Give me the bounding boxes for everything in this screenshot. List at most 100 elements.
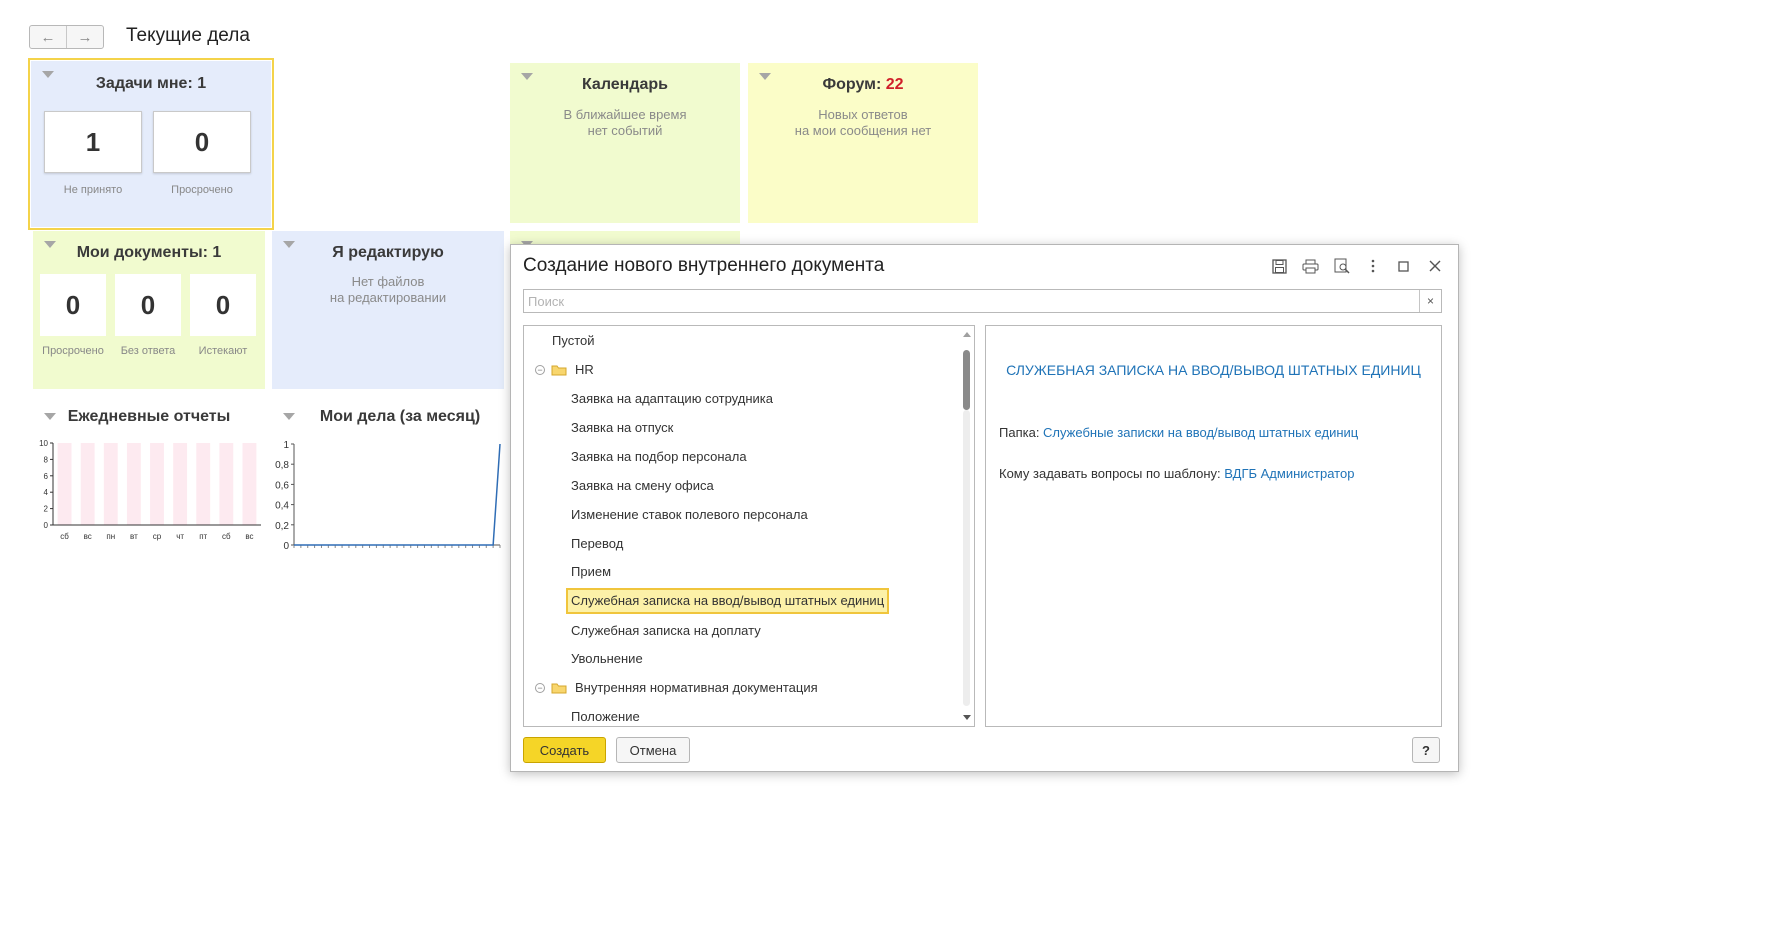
template-tree: Пустой − HR Заявка на адаптацию сотрудника З… [523,325,975,727]
forward-button[interactable]: → [66,26,103,48]
docs-no-answer-counter[interactable]: 0 [115,274,181,336]
tree-item[interactable]: Перевод [571,531,623,557]
daily-reports-title: Ежедневные отчеты [67,408,231,425]
bar-background [80,443,95,525]
tree-item[interactable]: Заявка на смену офиса [571,473,714,499]
scroll-up-icon[interactable] [963,332,971,337]
tree-scrollbar[interactable] [961,328,972,724]
cancel-button[interactable]: Отмена [616,737,690,763]
print-icon[interactable] [1295,255,1326,277]
tree-item[interactable]: Положение [571,704,640,726]
my-documents-tile[interactable]: Мои документы: 1 0 0 0 Просрочено Без от… [33,231,265,389]
editing-line2: на редактировании [329,290,447,305]
contact-link[interactable]: ВДГБ Администратор [1224,466,1354,481]
x-tick-label: вт [130,532,138,541]
tree-item[interactable]: Заявка на подбор персонала [571,444,747,470]
preview-heading[interactable]: СЛУЖЕБНАЯ ЗАПИСКА НА ВВОД/ВЫВОД ШТАТНЫХ … [986,362,1441,378]
bar-background [242,443,257,525]
x-tick-label: вс [245,532,253,541]
calendar-tile[interactable]: Календарь В ближайшее время нет событий [510,63,740,223]
collapse-toggle-icon[interactable]: − [535,683,545,693]
daily-reports-chart: сб вс пн вт ср чт пт сб вс 0 2 4 6 8 10 [39,439,261,541]
clear-search-icon[interactable]: × [1419,290,1441,312]
y-tick-label: 10 [39,439,48,448]
bar-background [173,443,188,525]
my-affairs-widget: Мои дела (за месяц) 0 0,2 0,4 0,6 0,8 1 [272,398,504,568]
y-tick-label: 0 [283,541,289,552]
y-tick-label: 2 [44,505,49,514]
bar-background [219,443,234,525]
calendar-line2: нет событий [587,123,663,138]
x-tick-label: пт [199,532,207,541]
folder-link[interactable]: Служебные записки на ввод/вывод штатных … [1043,425,1358,440]
create-button[interactable]: Создать [523,737,606,763]
tree-item[interactable]: Прием [571,559,611,585]
forum-tile[interactable]: Форум: 22 Новых ответов на мои сообщения… [748,63,978,223]
tree-item[interactable]: Изменение ставок полевого персонала [571,502,808,528]
not-accepted-counter[interactable]: 1 [44,111,142,173]
docs-expiring-counter[interactable]: 0 [190,274,256,336]
x-tick-label: пн [106,532,115,541]
daily-reports-widget: Ежедневные отчеты сб вс пн вт ср чт пт сб вс 0 2 4 6… [33,398,265,568]
editing-tile[interactable]: Я редактирую Нет файлов на редактировани… [272,231,504,389]
bar-background [57,443,72,525]
search-field: × [523,289,1442,313]
x-tick-label: вс [84,532,92,541]
y-tick-label: 0,2 [275,521,289,532]
tree-folder[interactable]: HR [575,357,594,383]
more-menu-icon[interactable] [1357,255,1388,277]
y-tick-label: 0 [44,521,49,530]
forum-line2: на мои сообщения нет [794,123,932,138]
y-tick-label: 1 [283,440,289,451]
dialog-title: Создание нового внутреннего документа [523,255,885,276]
dialog-toolbar [1264,255,1450,277]
scroll-down-icon[interactable] [963,715,971,720]
back-button[interactable]: ← [30,26,66,48]
x-tick-label: сб [222,532,231,541]
x-tick-label: сб [60,532,69,541]
overdue-counter[interactable]: 0 [153,111,251,173]
tree-folder[interactable]: Внутренняя нормативная документация [575,675,818,701]
scroll-thumb[interactable] [963,350,970,410]
docs-overdue-counter[interactable]: 0 [40,274,106,336]
save-icon[interactable] [1264,255,1295,277]
bar-background [103,443,118,525]
editing-title: Я редактирую [332,244,444,261]
tree-item[interactable]: Служебная записка на ввод/вывод штатных … [566,588,890,614]
tree-item[interactable]: Пустой [552,328,595,354]
close-icon[interactable] [1419,255,1450,277]
tree-item[interactable]: Заявка на отпуск [571,415,673,441]
search-input[interactable] [524,290,1414,312]
forum-title-label: Форум: [822,76,886,93]
y-tick-label: 0,4 [275,501,289,512]
tree-item[interactable]: Служебная записка на доплату [571,618,761,644]
history-nav: ← → [29,25,104,49]
template-preview: СЛУЖЕБНАЯ ЗАПИСКА НА ВВОД/ВЫВОД ШТАТНЫХ … [985,325,1442,727]
collapse-triangle-icon[interactable] [283,413,295,420]
preview-contact: Кому задавать вопросы по шаблону: ВДГБ А… [999,466,1354,481]
folder-icon [551,683,567,694]
scroll-track[interactable] [963,410,970,706]
bar-background [196,443,211,525]
preview-folder: Папка: Служебные записки на ввод/вывод ш… [999,425,1358,440]
docs-no-answer-caption: Без ответа [120,345,176,357]
help-button[interactable]: ? [1412,737,1440,763]
tasks-tile[interactable]: Задачи мне: 1 1 0 Не принято Просрочено [28,58,274,230]
maximize-icon[interactable] [1388,255,1419,277]
my-documents-title: Мои документы: 1 [76,244,222,261]
bar-background [150,443,164,525]
new-document-dialog: Создание нового внутреннего документа × [510,244,1459,772]
editing-line1: Нет файлов [351,274,425,289]
forum-title: Форум: 22 [748,76,978,94]
tree-item[interactable]: Увольнение [571,646,643,672]
collapse-toggle-icon[interactable]: − [535,365,545,375]
calendar-title: Календарь [581,76,669,93]
tree-item[interactable]: Заявка на адаптацию сотрудника [571,386,773,412]
contact-label: Кому задавать вопросы по шаблону: [999,466,1225,481]
folder-icon [551,365,567,376]
x-tick-label: ср [153,532,162,541]
page-title: Текущие дела [126,25,250,46]
y-tick-label: 0,6 [275,480,289,491]
preview-icon[interactable] [1326,255,1357,277]
not-accepted-caption: Не принято [63,184,123,196]
